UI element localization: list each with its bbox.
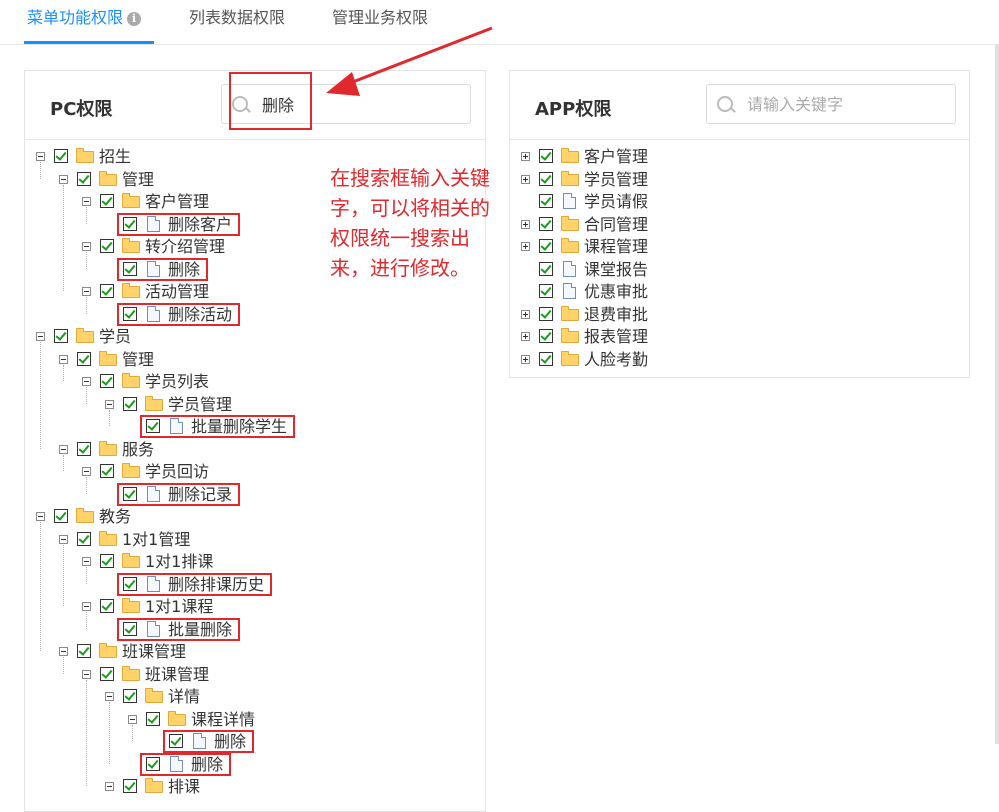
arrow-shaft [344, 26, 493, 87]
pointer-arrow [326, 26, 493, 96]
annotation-text: 在搜索框输入关键字，可以将相关的权限统一搜索出来，进行修改。 [330, 166, 490, 280]
arrow-head [326, 72, 360, 96]
